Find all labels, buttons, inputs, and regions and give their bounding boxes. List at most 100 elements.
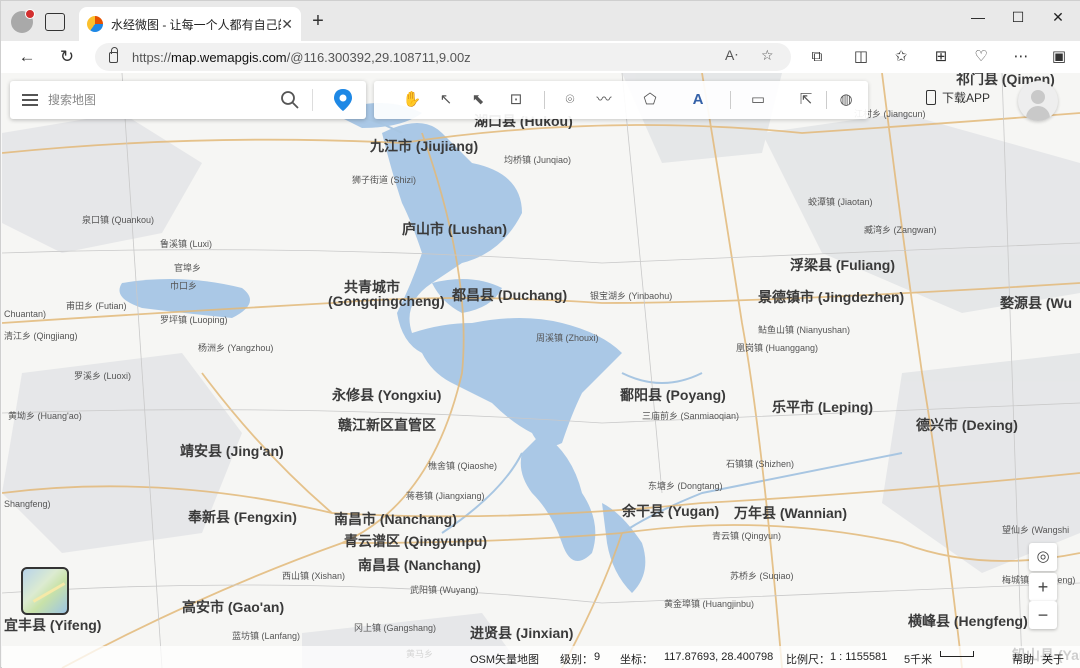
place-label-qingyun: 青云镇 (Qingyun) <box>712 531 782 541</box>
lock-icon[interactable] <box>109 46 118 63</box>
place-label-fengxin: 奉新县 (Fengxin) <box>188 509 297 525</box>
place-label-hengfeng: 横峰县 (Hengfeng) <box>908 613 1028 629</box>
place-label-wangshi: 望仙乡 (Wangshi <box>1002 525 1070 535</box>
map-source: OSM矢量地图 <box>470 654 540 666</box>
help-link[interactable]: 帮助 <box>1012 651 1034 667</box>
place-label-nanchang_county: 南昌县 (Nanchang) <box>358 557 481 573</box>
scale-bar <box>940 651 974 657</box>
place-label-yongxiu: 永修县 (Yongxiu) <box>332 387 442 403</box>
place-label-yugan: 余干县 (Yugan) <box>622 503 720 519</box>
place-label-leping: 乐平市 (Leping) <box>772 399 874 415</box>
site-favicon-icon <box>87 16 103 32</box>
toolbar-divider <box>730 91 731 109</box>
url-prefix: https:// <box>132 49 172 65</box>
status-bar: OSM矢量地图 级别： 9 坐标： 117.87693, 28.400798 比… <box>2 646 1080 668</box>
about-link[interactable]: 关于 <box>1042 651 1064 667</box>
read-aloud-icon[interactable]: Aᐧ <box>725 47 738 64</box>
minimize-icon[interactable]: — <box>963 9 993 25</box>
more-icon[interactable]: ⋯ <box>1011 47 1031 67</box>
tab-actions-icon[interactable] <box>45 13 65 31</box>
polygon-icon[interactable]: ⬠ <box>638 89 662 111</box>
scale-label: 比例尺： <box>786 654 830 666</box>
close-window-icon[interactable]: ✕ <box>1043 9 1073 26</box>
browser-essentials-icon[interactable]: ♡ <box>971 47 991 67</box>
extensions-icon[interactable]: ⧉ <box>807 47 827 67</box>
place-label-suqiao: 苏桥乡 (Suqiao) <box>730 571 794 581</box>
refresh-icon[interactable]: ↻ <box>55 45 79 69</box>
place-label-gaoan: 高安市 (Gao'an) <box>182 599 285 615</box>
place-label-lushan: 庐山市 (Lushan) <box>402 221 507 237</box>
zoom-out-button[interactable]: − <box>1029 601 1057 629</box>
place-label-jingan: 靖安县 (Jing'an) <box>180 443 284 459</box>
toolbar-divider <box>544 91 545 109</box>
map-viewport[interactable]: 湖口县 (Hukou) 九江市 (Jiujiang) 均桥镇 (Junqiao) 狮子… <box>2 73 1080 668</box>
place-label-qiaoshe: 樵舍镇 (Qiaoshe) <box>428 461 498 471</box>
map-toolbar: ✋ ↖ ⬉ ⊡ ⌾ 〰 ⬠ A ▭ ⇱ ◍ <box>374 81 868 119</box>
place-label-nanchang_city: 南昌市 (Nanchang) <box>334 511 457 527</box>
zoom-in-button[interactable]: + <box>1029 573 1057 601</box>
download-app-link[interactable]: 下载APP <box>926 89 990 106</box>
place-label-jinxian: 进贤县 (Jinxian) <box>470 625 574 641</box>
place-label-wuyuan: 婺源县 (Wu <box>1000 295 1073 311</box>
polyline-icon[interactable]: 〰 <box>592 89 616 111</box>
place-label-yinbaohu: 银宝湖乡 (Yinbaohu) <box>590 291 673 301</box>
back-icon[interactable]: ← <box>15 45 39 69</box>
favorites-icon[interactable]: ✩ <box>891 47 911 67</box>
browser-window: 水经微图 - 让每一个人都有自己的 ✕ + — ☐ ✕ ← ↻ https://… <box>0 0 1080 668</box>
globe-icon[interactable]: ◍ <box>834 89 858 111</box>
place-label-huang_ao: 黄坳乡 (Huang'ao) <box>8 411 82 421</box>
place-label-jiangxiang: 蒋巷镇 (Jiangxiang) <box>406 491 485 501</box>
place-label-ehuan: Chuantan) <box>4 309 47 319</box>
place-label-nianyushan: 鲇鱼山镇 (Nianyushan) <box>758 325 851 335</box>
basemap-switch-thumbnail[interactable] <box>21 567 69 615</box>
place-label-poyang: 鄱阳县 (Poyang) <box>620 387 726 403</box>
box-select-icon[interactable]: ⬉ <box>466 89 490 111</box>
phone-icon <box>926 90 936 105</box>
place-label-luoping: 罗坪镇 (Luoping) <box>160 315 228 325</box>
marker-icon[interactable]: ⌾ <box>558 89 582 111</box>
place-label-shangfeng: Shangfeng) <box>4 499 51 509</box>
avatar[interactable] <box>1018 81 1058 121</box>
level-label: 级别： <box>560 654 593 666</box>
tab-title: 水经微图 - 让每一个人都有自己的 <box>111 17 281 32</box>
place-label-gangshang: 冈上镇 (Gangshang) <box>354 623 437 633</box>
pointer-info-icon[interactable]: ⇱ <box>794 89 818 111</box>
place-label-lanfang: 蓝坊镇 (Lanfang) <box>232 631 301 641</box>
place-label-fuliang: 浮梁县 (Fuliang) <box>790 257 895 273</box>
download-app-label: 下载APP <box>942 91 991 105</box>
select-arrow-icon[interactable]: ↖ <box>434 89 458 111</box>
profile-icon[interactable] <box>11 9 35 33</box>
place-label-quankou: 泉口镇 (Quankou) <box>82 215 155 225</box>
place-label-ganjiang: 赣江新区直管区 <box>338 417 436 433</box>
place-label-jiaotan: 蛟潭镇 (Jiaotan) <box>808 197 873 207</box>
close-icon[interactable]: ✕ <box>281 16 293 33</box>
favorite-icon[interactable]: ☆ <box>761 47 774 64</box>
measure-icon[interactable]: ▭ <box>746 89 770 111</box>
place-label-luoxi: 罗溪乡 (Luoxi) <box>74 371 132 381</box>
address-bar[interactable]: https://map.wemapgis.com/@116.300392,29.… <box>95 43 791 71</box>
pan-hand-icon[interactable]: ✋ <box>400 89 424 111</box>
place-label-qingjiang: 清江乡 (Qingjiang) <box>4 331 78 341</box>
location-pin-icon[interactable] <box>332 88 354 112</box>
search-divider <box>312 89 313 111</box>
place-label-luxi: 鲁溪镇 (Luxi) <box>160 239 213 249</box>
url-path: /@116.300392,29.108711,9.00z <box>286 49 471 65</box>
place-label-shizi: 狮子街道 (Shizi) <box>352 175 417 185</box>
locate-me-icon[interactable]: ◎ <box>1029 543 1057 571</box>
place-label-zangwan: 臧湾乡 (Zangwan) <box>864 225 937 235</box>
place-label-yangzhou: 杨洲乡 (Yangzhou) <box>198 343 274 353</box>
search-input[interactable] <box>48 93 268 107</box>
new-tab-icon[interactable]: + <box>307 10 329 33</box>
collections-icon[interactable]: ⊞ <box>931 47 951 67</box>
search-panel <box>10 81 366 119</box>
sidebar-icon[interactable]: ▣ <box>1049 47 1069 67</box>
active-tab[interactable]: 水经微图 - 让每一个人都有自己的 ✕ <box>79 7 301 41</box>
level-value: 9 <box>594 651 601 663</box>
menu-icon[interactable] <box>22 94 38 106</box>
search-icon[interactable] <box>280 90 300 110</box>
zoom-box-icon[interactable]: ⊡ <box>504 89 528 111</box>
maximize-icon[interactable]: ☐ <box>1003 9 1033 26</box>
split-screen-icon[interactable]: ◫ <box>851 47 871 67</box>
text-tool-icon[interactable]: A <box>686 89 710 111</box>
place-label-junqiao: 均桥镇 (Junqiao) <box>504 155 572 165</box>
